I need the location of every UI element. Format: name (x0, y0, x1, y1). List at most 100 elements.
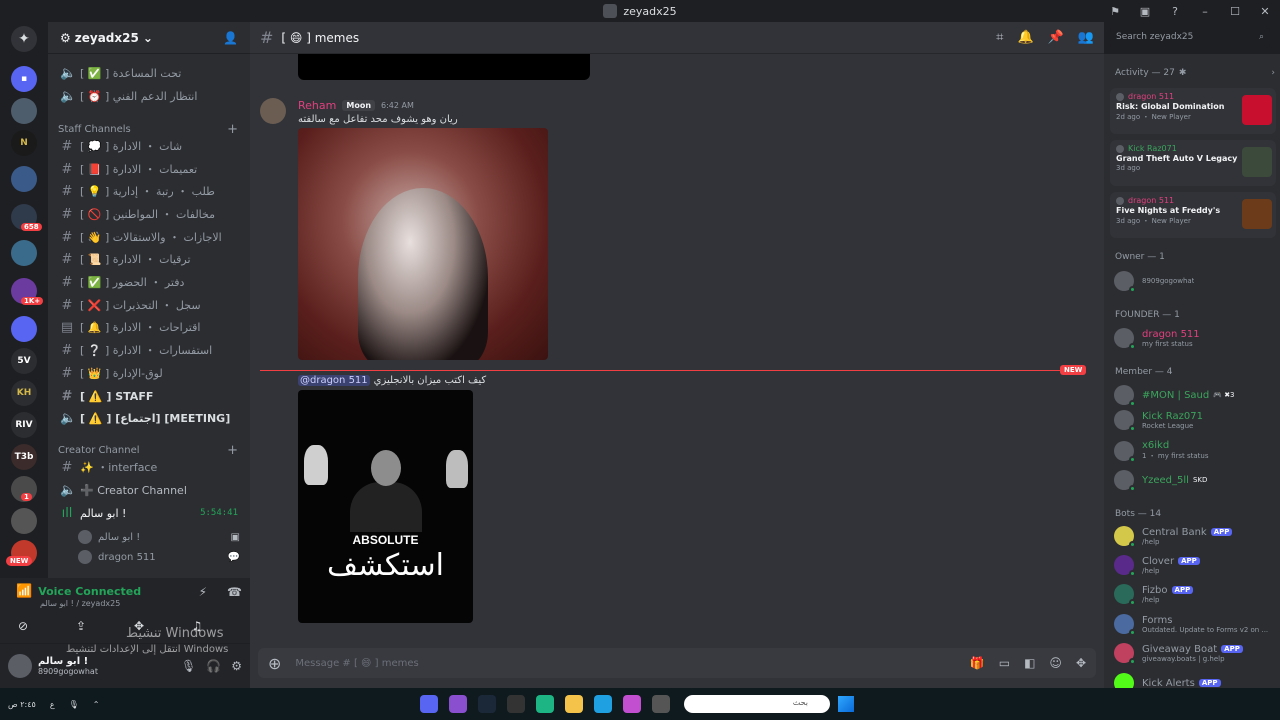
text-channel[interactable]: # [ 💭 ] شات ・ الادارة (56, 135, 242, 157)
member-item[interactable]: 8909gogowhat (1114, 271, 1276, 293)
gear-icon[interactable]: ⚙ (231, 659, 242, 673)
member-item[interactable]: Fizbo APP/help (1114, 584, 1276, 606)
gift-icon[interactable]: 🎁 (970, 656, 985, 670)
noise-suppression-icon[interactable]: ⚡ (199, 585, 207, 599)
server-icon[interactable] (11, 508, 37, 534)
member-item[interactable]: x6ikd 1 ・ my first status (1114, 440, 1276, 463)
server-icon[interactable]: 5V (11, 348, 37, 374)
server-icon[interactable] (11, 98, 37, 124)
disconnect-icon[interactable]: ☎ (227, 585, 242, 599)
threads-icon[interactable]: ⌗ (996, 30, 1003, 45)
screen-icon[interactable]: ▣ (1130, 5, 1160, 18)
server-folder-icon[interactable]: ▪ (11, 66, 37, 92)
camera-off-icon[interactable]: ⊘ (10, 616, 36, 636)
activity-card[interactable]: Kick Raz071 Grand Theft Auto V Legacy 3d… (1110, 140, 1276, 186)
apps-icon[interactable]: ✥ (1076, 656, 1086, 670)
clock[interactable]: ٢:٤٥ ص (8, 700, 36, 709)
server-icon[interactable]: RIV (11, 412, 37, 438)
server-icon[interactable]: N (11, 130, 37, 156)
copilot-icon[interactable] (623, 695, 641, 713)
member-item[interactable]: Kick Alerts APP (1114, 673, 1276, 688)
voice-channel[interactable]: 🔈[ ⏰ ] انتظار الدعم الفني (56, 85, 242, 107)
text-channel[interactable]: # [ ❌ ] سجل ・ التحذيرات (56, 294, 242, 316)
server-icon[interactable] (11, 240, 37, 266)
text-channel[interactable]: # [ ⚠️ ] STAFF (56, 385, 242, 407)
steam-icon[interactable] (478, 695, 496, 713)
avatar (1114, 584, 1136, 606)
message-composer[interactable]: ⊕ Message # [ 😄 ] memes 🎁 ▭ ◧ ☺ ✥ (258, 648, 1096, 678)
microphone-icon[interactable]: 🎙 (181, 659, 196, 673)
voice-channel[interactable]: 🔈 ➕ Creator Channel (56, 479, 242, 501)
gif-icon[interactable]: ▭ (999, 656, 1010, 670)
text-channel[interactable]: # [ 📜 ] ترقيات ・ الادارة (56, 248, 242, 270)
text-channel[interactable]: # [ ❔ ] استفسارات ・ الادارة (56, 339, 242, 361)
app-icon[interactable] (536, 695, 554, 713)
folder-icon[interactable] (565, 695, 583, 713)
member-item[interactable]: Forms Outdated. Update to Forms v2 on ... (1114, 614, 1276, 636)
member-item[interactable]: Central Bank APP/help (1114, 526, 1276, 548)
member-item[interactable]: dragon 511 my first status (1114, 328, 1276, 350)
text-channel[interactable]: # [ 📕 ] تعميمات ・ الادارة (56, 158, 242, 180)
text-channel[interactable]: # [ 👑 ] لوق-الإدارة (56, 362, 242, 384)
app-icon[interactable] (449, 695, 467, 713)
text-channel[interactable]: ▤ [ 🔔 ] اقتراحات ・ الادارة (56, 316, 242, 338)
discord-home-icon[interactable]: ✦ (11, 26, 37, 52)
taskbar-search[interactable]: بحث (684, 695, 830, 713)
headphones-icon[interactable]: 🎧 (206, 659, 221, 673)
meme-image-attachment[interactable]: ABSOLUTE استكشف (298, 390, 473, 623)
meme-image-attachment[interactable] (298, 128, 548, 360)
server-icon[interactable]: KH (11, 380, 37, 406)
window-titlebar: zeyadx25 ⚑ ▣ ? – ☐ ✕ (0, 0, 1280, 22)
previous-image-attachment[interactable] (298, 54, 590, 80)
bell-icon[interactable]: 🔔 (1017, 30, 1033, 45)
members-icon[interactable]: 👥 (1078, 30, 1094, 45)
app-icon[interactable] (652, 695, 670, 713)
text-channel[interactable]: # [ 👋 ] الاجازات ・ والاستقالات (56, 226, 242, 248)
member-item[interactable]: Kick Raz071 Rocket League (1114, 410, 1276, 432)
member-item[interactable]: Clover APP/help (1114, 555, 1276, 577)
voice-channel[interactable]: 🔈[ ⚠️ ] [اجتماع] [MEETING] (56, 407, 242, 429)
microphone-icon[interactable]: 🎙 (69, 700, 79, 709)
member-item[interactable]: Yzeed_5ll SKD (1114, 470, 1276, 492)
message-author[interactable]: Reham (298, 99, 336, 112)
chevron-right-icon[interactable]: › (1271, 68, 1275, 78)
avatar[interactable] (8, 654, 32, 678)
help-icon[interactable]: ? (1160, 5, 1190, 18)
voice-user[interactable]: dragon 511 💬 (78, 550, 240, 564)
sticker-icon[interactable]: ◧ (1024, 656, 1035, 670)
chevron-up-icon[interactable]: ⌃ (93, 700, 100, 709)
language-indicator[interactable]: ع (50, 700, 55, 709)
text-channel[interactable]: # ✨ ・interface (56, 456, 242, 478)
member-item[interactable]: #MON | Saud 🎮 ✖3 (1114, 385, 1276, 407)
user-mention[interactable]: @dragon 511 (298, 375, 370, 386)
activity-card[interactable]: dragon 511 Five Nights at Freddy's 3d ag… (1110, 192, 1276, 238)
gear-icon[interactable]: ✱ (1179, 68, 1187, 78)
add-member-icon[interactable]: 👤 (223, 31, 238, 45)
text-channel[interactable]: # [ ✅ ] دفتر ・ الحضور (56, 271, 242, 293)
upload-plus-icon[interactable]: ⊕ (268, 654, 281, 673)
server-folder-icon[interactable] (11, 316, 37, 342)
edge-icon[interactable] (594, 695, 612, 713)
text-channel[interactable]: # [ 💡 ] طلب ・ رتبة ・ إدارية (56, 180, 242, 202)
app-icon[interactable] (507, 695, 525, 713)
windows-start-icon[interactable] (838, 696, 854, 712)
minimize-button[interactable]: – (1190, 5, 1220, 18)
member-item[interactable]: Giveaway Boat APP giveaway.boats | g.help (1114, 643, 1276, 665)
emoji-icon[interactable]: ☺ (1049, 656, 1062, 670)
voice-channel-active[interactable]: ıll ابو سالم ! 5:54:41 (56, 502, 242, 524)
activity-card[interactable]: dragon 511 Risk: Global Domination 2d ag… (1110, 88, 1276, 134)
voice-channel[interactable]: 🔈[ ✅ ] تحت المساعدة (56, 62, 242, 84)
inbox-icon[interactable]: ⚑ (1100, 5, 1130, 18)
avatar (1114, 385, 1136, 407)
server-icon[interactable]: T3b (11, 444, 37, 470)
search-input[interactable]: Search zeyadx25 ⌕ (1110, 28, 1270, 48)
maximize-button[interactable]: ☐ (1220, 5, 1250, 18)
text-channel[interactable]: # [ 🚫 ] مخالفات ・ المواطنين (56, 203, 242, 225)
avatar[interactable] (260, 98, 286, 124)
app-icon[interactable] (420, 695, 438, 713)
pin-icon[interactable]: 📌 (1048, 30, 1064, 45)
voice-user[interactable]: ابو سالم ! ▣ (78, 530, 240, 544)
server-icon[interactable] (11, 166, 37, 192)
close-button[interactable]: ✕ (1250, 5, 1280, 18)
guild-header[interactable]: ⚙ zeyadx25 ⌄ 👤 (48, 22, 250, 54)
